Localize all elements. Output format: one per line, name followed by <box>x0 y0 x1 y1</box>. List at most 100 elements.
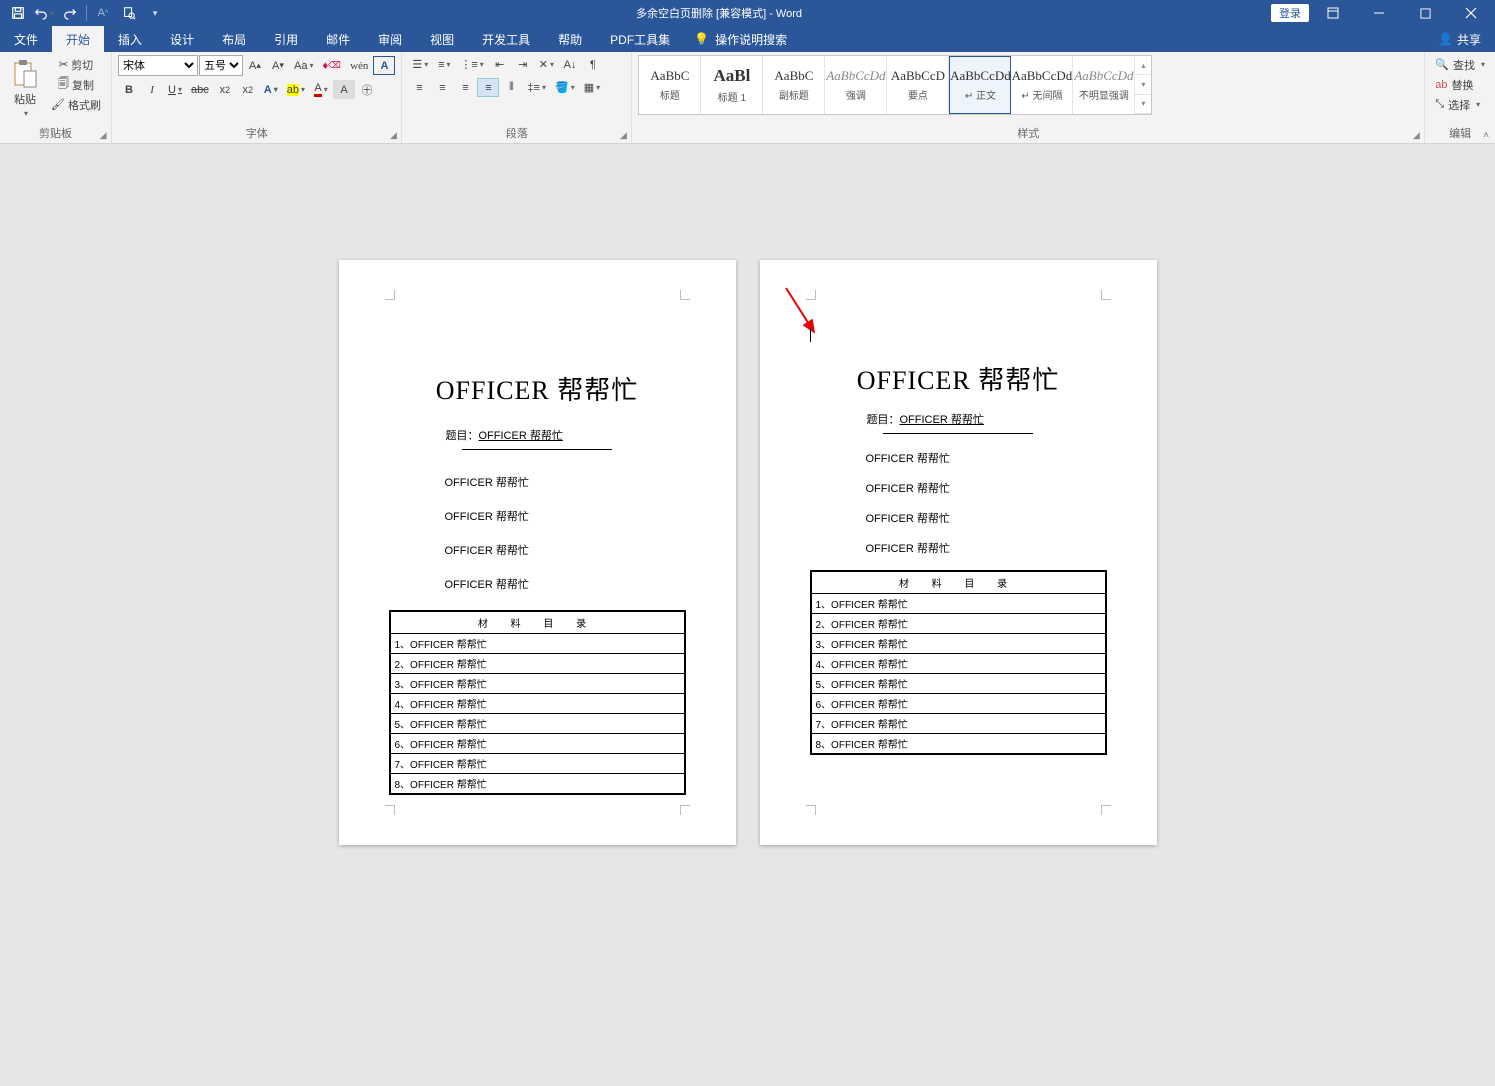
styles-scroll-up[interactable]: ▴ <box>1135 56 1151 75</box>
enclose-char-button[interactable]: ㊉ <box>356 80 378 99</box>
font-name-select[interactable]: 宋体 <box>118 55 198 76</box>
style-item-1[interactable]: AaBl标题 1 <box>701 56 763 114</box>
align-left-button[interactable]: ≡ <box>408 78 430 97</box>
align-right-button[interactable]: ≡ <box>454 78 476 97</box>
tab-help[interactable]: 帮助 <box>544 26 596 52</box>
clipboard-dialog-launcher[interactable]: ◢ <box>97 129 109 141</box>
minimize-button[interactable] <box>1357 0 1401 26</box>
tab-file[interactable]: 文件 <box>0 26 52 52</box>
shrink-font-button[interactable]: A▾ <box>267 56 289 75</box>
clear-format-button[interactable]: ♦⌫ <box>319 56 346 75</box>
style-item-7[interactable]: AaBbCcDd不明显强调 <box>1073 56 1135 114</box>
table-row[interactable]: 5、OFFICER 帮帮忙 <box>811 674 1106 694</box>
collapse-ribbon-button[interactable]: ˄ <box>1483 130 1489 141</box>
subscript-button[interactable]: x2 <box>214 80 236 99</box>
table-row[interactable]: 1、OFFICER 帮帮忙 <box>811 594 1106 614</box>
qat-customize-icon[interactable]: ▾ <box>143 2 167 24</box>
table-row[interactable]: 6、OFFICER 帮帮忙 <box>811 694 1106 714</box>
table-row[interactable]: 5、OFFICER 帮帮忙 <box>390 714 685 734</box>
table-row[interactable]: 4、OFFICER 帮帮忙 <box>811 654 1106 674</box>
tab-devtools[interactable]: 开发工具 <box>468 26 544 52</box>
distributed-button[interactable]: ⫴ <box>500 78 522 97</box>
font-size-icon[interactable]: A^ <box>91 2 115 24</box>
show-marks-button[interactable]: ¶ <box>582 55 604 74</box>
doc-heading[interactable]: OFFICER 帮帮忙 <box>810 360 1107 397</box>
tab-design[interactable]: 设计 <box>156 26 208 52</box>
tab-view[interactable]: 视图 <box>416 26 468 52</box>
copy-button[interactable]: 🗐 复制 <box>47 75 105 94</box>
font-size-select[interactable]: 五号 <box>199 55 243 76</box>
multilevel-button[interactable]: ⋮≡▾ <box>456 55 487 74</box>
replace-button[interactable]: ab替换 <box>1431 75 1477 94</box>
table-row[interactable]: 1、OFFICER 帮帮忙 <box>390 634 685 654</box>
format-painter-button[interactable]: 🖌 格式刷 <box>47 95 105 114</box>
char-shading-button[interactable]: A <box>333 80 355 99</box>
materials-table-1[interactable]: 材 料 目 录1、OFFICER 帮帮忙2、OFFICER 帮帮忙3、OFFIC… <box>389 610 686 795</box>
page-1[interactable]: OFFICER 帮帮忙 题目：OFFICER 帮帮忙 OFFICER 帮帮忙OF… <box>339 260 736 845</box>
table-row[interactable]: 2、OFFICER 帮帮忙 <box>811 614 1106 634</box>
materials-table-2[interactable]: 材 料 目 录1、OFFICER 帮帮忙2、OFFICER 帮帮忙3、OFFIC… <box>810 570 1107 755</box>
tab-layout[interactable]: 布局 <box>208 26 260 52</box>
cut-button[interactable]: ✂ 剪切 <box>47 55 105 74</box>
paste-button[interactable]: 粘贴 ▾ <box>6 55 44 118</box>
line-spacing-button[interactable]: ‡≡▾ <box>523 78 550 97</box>
select-button[interactable]: ⤡选择▾ <box>1431 95 1484 114</box>
increase-indent-button[interactable]: ⇥ <box>512 55 534 74</box>
text-effects-button[interactable]: A▾ <box>260 80 282 99</box>
undo-icon[interactable]: ▾ <box>32 2 56 24</box>
tab-mailings[interactable]: 邮件 <box>312 26 364 52</box>
tab-insert[interactable]: 插入 <box>104 26 156 52</box>
numbering-button[interactable]: ≡▾ <box>433 55 455 74</box>
body-paragraphs-1[interactable]: OFFICER 帮帮忙OFFICER 帮帮忙OFFICER 帮帮忙OFFICER… <box>389 474 686 592</box>
borders-button[interactable]: ▦▾ <box>580 78 604 97</box>
redo-icon[interactable] <box>58 2 82 24</box>
shading-button[interactable]: 🪣▾ <box>551 78 579 97</box>
styles-scroll-down[interactable]: ▾ <box>1135 75 1151 94</box>
table-row[interactable]: 3、OFFICER 帮帮忙 <box>390 674 685 694</box>
table-row[interactable]: 2、OFFICER 帮帮忙 <box>390 654 685 674</box>
tab-home[interactable]: 开始 <box>52 26 104 52</box>
superscript-button[interactable]: x2 <box>237 80 259 99</box>
styles-dialog-launcher[interactable]: ◢ <box>1410 129 1422 141</box>
close-button[interactable] <box>1449 0 1493 26</box>
table-row[interactable]: 7、OFFICER 帮帮忙 <box>811 714 1106 734</box>
underline-button[interactable]: U▾ <box>164 80 186 99</box>
highlight-button[interactable]: ab▾ <box>283 80 309 99</box>
justify-button[interactable]: ≡ <box>477 78 499 97</box>
bold-button[interactable]: B <box>118 80 140 99</box>
strike-button[interactable]: abc <box>187 80 213 99</box>
font-color-button[interactable]: A▾ <box>310 80 332 99</box>
table-row[interactable]: 8、OFFICER 帮帮忙 <box>390 774 685 795</box>
maximize-button[interactable] <box>1403 0 1447 26</box>
sort-button[interactable]: A↓ <box>559 55 581 74</box>
style-item-0[interactable]: AaBbC标题 <box>639 56 701 114</box>
save-icon[interactable] <box>6 2 30 24</box>
grow-font-button[interactable]: A▴ <box>244 56 266 75</box>
char-border-button[interactable]: A <box>373 56 395 75</box>
tell-me-search[interactable]: 💡 操作说明搜索 <box>684 26 797 52</box>
paragraph-dialog-launcher[interactable]: ◢ <box>617 129 629 141</box>
share-button[interactable]: 👤 共享 <box>1424 26 1495 52</box>
table-row[interactable]: 6、OFFICER 帮帮忙 <box>390 734 685 754</box>
change-case-button[interactable]: Aa▾ <box>290 56 317 75</box>
print-preview-icon[interactable] <box>117 2 141 24</box>
align-center-button[interactable]: ≡ <box>431 78 453 97</box>
table-row[interactable]: 4、OFFICER 帮帮忙 <box>390 694 685 714</box>
style-item-5[interactable]: AaBbCcDd↵ 正文 <box>949 56 1011 114</box>
styles-gallery[interactable]: AaBbC标题AaBl标题 1AaBbC副标题AaBbCcDd强调AaBbCcD… <box>638 55 1152 115</box>
ribbon-display-icon[interactable] <box>1311 0 1355 26</box>
tab-pdf[interactable]: PDF工具集 <box>596 26 684 52</box>
find-button[interactable]: 🔍查找▾ <box>1431 55 1489 74</box>
document-canvas[interactable]: OFFICER 帮帮忙 题目：OFFICER 帮帮忙 OFFICER 帮帮忙OF… <box>0 144 1495 1086</box>
decrease-indent-button[interactable]: ⇤ <box>489 55 511 74</box>
font-dialog-launcher[interactable]: ◢ <box>387 129 399 141</box>
table-row[interactable]: 7、OFFICER 帮帮忙 <box>390 754 685 774</box>
table-row[interactable]: 3、OFFICER 帮帮忙 <box>811 634 1106 654</box>
tab-review[interactable]: 审阅 <box>364 26 416 52</box>
asian-layout-button[interactable]: ✕▾ <box>535 55 558 74</box>
page-2[interactable]: OFFICER 帮帮忙 题目：OFFICER 帮帮忙 OFFICER 帮帮忙OF… <box>760 260 1157 845</box>
body-paragraphs-2[interactable]: OFFICER 帮帮忙OFFICER 帮帮忙OFFICER 帮帮忙OFFICER… <box>810 450 1107 556</box>
style-item-2[interactable]: AaBbC副标题 <box>763 56 825 114</box>
tab-references[interactable]: 引用 <box>260 26 312 52</box>
styles-expand[interactable]: ▾ <box>1135 95 1151 114</box>
